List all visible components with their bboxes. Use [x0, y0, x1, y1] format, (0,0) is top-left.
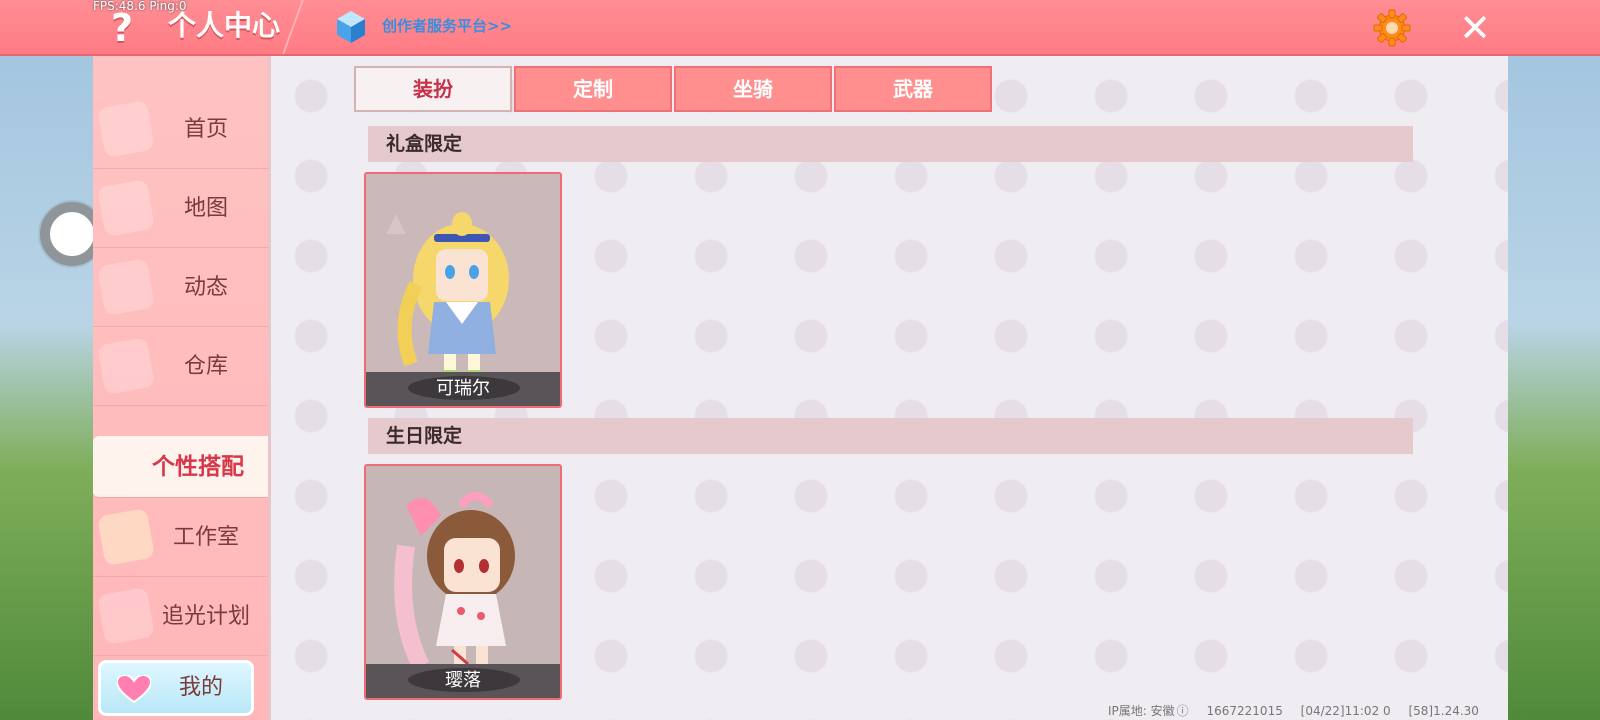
sidebar-item-chase-light[interactable]: 追光计划: [93, 577, 268, 656]
map-icon: [97, 179, 155, 237]
status-footer: IP属地: 安徽 ⓘ 1667221015 [04/22]11:02 0 [58]…: [1108, 702, 1508, 720]
tab-custom[interactable]: 定制: [514, 66, 672, 112]
card-name: 璎落: [445, 670, 481, 691]
sidebar-item-home[interactable]: 首页: [93, 90, 268, 169]
info-icon: ⓘ: [1176, 704, 1189, 718]
timestamp: [04/22]11:02 0: [1300, 704, 1391, 718]
tab-weapon[interactable]: 武器: [834, 66, 992, 112]
mine-label: 我的: [178, 675, 223, 700]
sidebar-item-map[interactable]: 地图: [93, 169, 268, 248]
sidebar-item-warehouse[interactable]: 仓库: [93, 327, 268, 406]
warehouse-icon: [97, 337, 155, 395]
outfit-card[interactable]: 璎落: [364, 464, 562, 700]
creator-platform-link[interactable]: 创作者服务平台>>: [382, 15, 512, 37]
fps-readout: FPS:48.6 Ping:0: [93, 0, 187, 13]
sidebar-item-feed[interactable]: 动态: [93, 248, 268, 327]
ip-location: IP属地: 安徽: [1108, 704, 1175, 718]
card-name: 可瑞尔: [436, 378, 490, 399]
tab-outfit[interactable]: 装扮: [354, 66, 512, 112]
bell-icon: [97, 258, 155, 316]
sidebar-item-label: 首页: [183, 117, 228, 142]
tab-mount[interactable]: 坐骑: [674, 66, 832, 112]
outfit-card[interactable]: 可瑞尔: [364, 172, 562, 408]
sidebar: 首页 地图 动态 仓库 个性搭配 工作室 追光计划 我的: [93, 56, 268, 720]
sidebar-item-label: 动态: [183, 275, 228, 300]
heart-icon: [117, 675, 151, 703]
sidebar-item-label: 仓库: [183, 354, 228, 379]
version: [58]1.24.30: [1408, 704, 1479, 718]
sidebar-item-label: 追光计划: [161, 604, 250, 629]
card-name-bar: 可瑞尔: [366, 372, 560, 406]
sidebar-item-label: 地图: [183, 196, 228, 221]
sidebar-item-outfit[interactable]: 个性搭配: [93, 436, 268, 498]
card-name-bar: 璎落: [366, 664, 560, 698]
main-panel: 装扮 定制 坐骑 武器 礼盒限定 可瑞尔 生日限定 璎落: [268, 56, 1508, 720]
section-header: 生日限定: [368, 418, 1413, 454]
studio-icon: [97, 508, 155, 566]
mine-button[interactable]: 我的: [98, 660, 254, 716]
top-bar: ? 个人中心 创作者服务平台>> ✕: [0, 0, 1600, 56]
title-divider: [282, 0, 304, 54]
chase-light-icon: [97, 587, 155, 645]
sidebar-item-studio[interactable]: 工作室: [93, 498, 268, 577]
home-icon: [97, 100, 155, 158]
sidebar-item-label: 工作室: [172, 525, 239, 550]
sidebar-item-label: 个性搭配: [152, 454, 244, 480]
gear-icon[interactable]: [1372, 8, 1412, 48]
section-header: 礼盒限定: [368, 126, 1413, 162]
cube-icon[interactable]: [336, 10, 366, 44]
close-icon[interactable]: ✕: [1455, 8, 1495, 48]
user-id: 1667221015: [1206, 704, 1283, 718]
